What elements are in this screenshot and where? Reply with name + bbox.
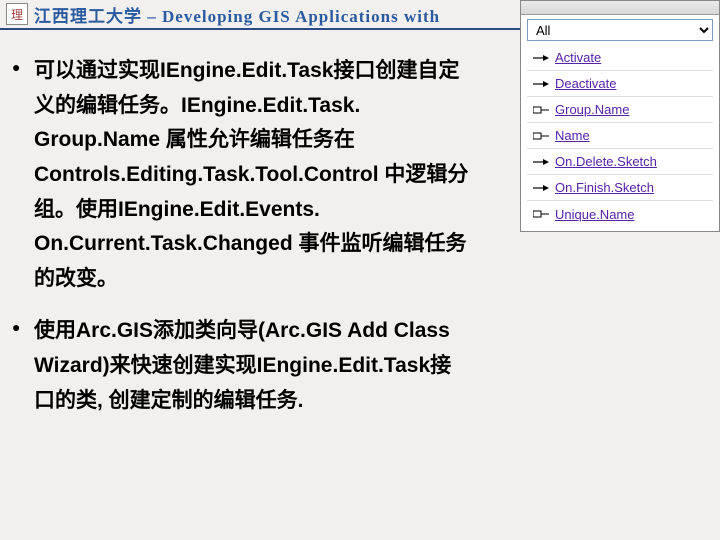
member-row[interactable]: On.Finish.Sketch [527, 175, 713, 201]
header-title: 江西理工大学 – Developing GIS Applications wit… [34, 2, 440, 27]
member-label: On.Finish.Sketch [555, 180, 654, 195]
member-row[interactable]: Group.Name [527, 97, 713, 123]
title-english: Developing GIS Applications with [162, 7, 440, 26]
member-label: Deactivate [555, 76, 616, 91]
member-label: Activate [555, 50, 601, 65]
panel-titlebar [521, 1, 719, 15]
property-icon [527, 209, 555, 219]
member-filter-dropdown[interactable]: All [527, 19, 713, 41]
method-icon [527, 183, 555, 193]
property-icon [527, 105, 555, 115]
member-label: Unique.Name [555, 207, 635, 222]
member-row[interactable]: On.Delete.Sketch [527, 149, 713, 175]
member-row[interactable]: Unique.Name [527, 201, 713, 227]
member-row[interactable]: Activate [527, 45, 713, 71]
university-logo: 理 [6, 3, 28, 25]
bullet-1: 可以通过实现IEngine.Edit.Task接口创建自定义的编辑任务。IEng… [34, 54, 472, 296]
university-name: 江西理工大学 [34, 7, 142, 26]
member-label: On.Delete.Sketch [555, 154, 657, 169]
title-separator: – [142, 7, 162, 26]
method-icon [527, 53, 555, 63]
member-filter-select[interactable]: All [527, 19, 713, 41]
method-icon [527, 79, 555, 89]
slide-body: 可以通过实现IEngine.Edit.Task接口创建自定义的编辑任务。IEng… [0, 30, 490, 446]
bullet-2: 使用Arc.GIS添加类向导(Arc.GIS Add Class Wizard)… [34, 314, 472, 418]
member-row[interactable]: Deactivate [527, 71, 713, 97]
method-icon [527, 157, 555, 167]
member-label: Name [555, 128, 590, 143]
members-panel: All Activate Deactivate Group.Name [520, 0, 720, 232]
property-icon [527, 131, 555, 141]
member-label: Group.Name [555, 102, 629, 117]
member-row[interactable]: Name [527, 123, 713, 149]
